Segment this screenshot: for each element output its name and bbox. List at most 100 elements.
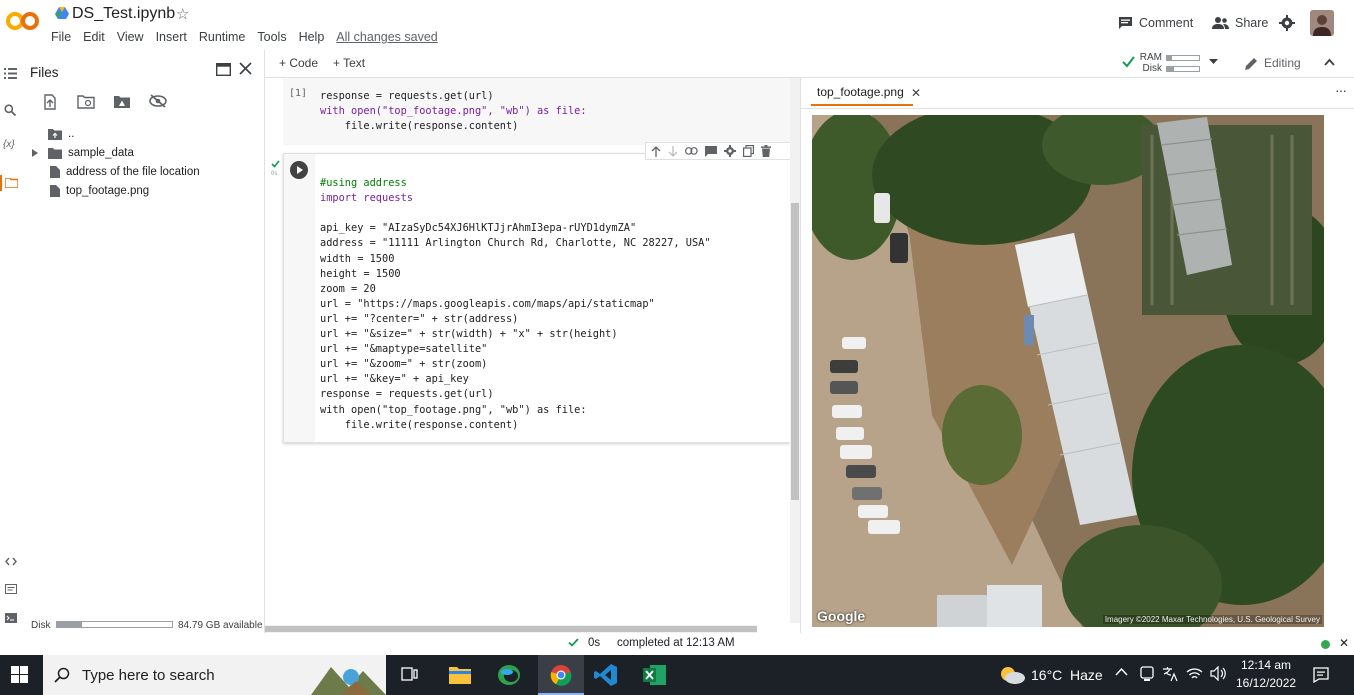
windows-start-icon[interactable]: [11, 666, 28, 683]
drive-icon: [55, 7, 69, 19]
variables-icon[interactable]: {x}: [3, 139, 15, 150]
code-line: file.write(response.content): [320, 418, 519, 431]
add-text-button[interactable]: + Text: [333, 56, 365, 70]
run-cell-button[interactable]: [290, 161, 308, 179]
weather-desc[interactable]: Haze: [1070, 667, 1103, 683]
comment-cell-icon[interactable]: [705, 145, 717, 157]
star-icon[interactable]: ☆: [176, 5, 189, 23]
disk-meter: [1166, 65, 1200, 72]
windows-taskbar: Type here to search 16°C Haze 12:14 am 1…: [0, 655, 1354, 695]
notification-center-icon[interactable]: [1313, 667, 1329, 683]
wifi-icon[interactable]: [1186, 666, 1203, 681]
files-folder-icon[interactable]: [5, 178, 18, 188]
notebook-title[interactable]: DS_Test.ipynb: [72, 5, 175, 23]
upload-file-icon[interactable]: [42, 94, 58, 110]
tree-item-parent[interactable]: ..: [48, 128, 74, 140]
refresh-folder-icon[interactable]: [77, 94, 95, 109]
excel-icon[interactable]: [643, 664, 667, 686]
connected-check-icon: [1122, 56, 1135, 68]
execution-count: [1]: [289, 88, 308, 99]
share-button[interactable]: Share: [1212, 16, 1268, 30]
mount-drive-icon[interactable]: [113, 94, 131, 109]
vertical-scrollbar[interactable]: [790, 78, 800, 623]
tree-item-address-file[interactable]: address of the file location: [48, 166, 200, 178]
active-tab-indicator: [811, 104, 913, 106]
table-of-contents-icon[interactable]: [4, 68, 17, 79]
status-check-icon: [568, 638, 579, 647]
avatar[interactable]: [1310, 10, 1334, 36]
vertical-scrollbar-thumb[interactable]: [791, 203, 799, 500]
terminal-icon[interactable]: [5, 613, 17, 623]
folder-up-icon: [48, 128, 62, 140]
code-line: url += "?center=" + str(address): [320, 312, 519, 325]
cell-toolbar: [645, 142, 791, 160]
move-down-arrow-icon[interactable]: [668, 145, 678, 157]
tree-item-top-footage[interactable]: top_footage.png: [48, 185, 149, 197]
horizontal-scrollbar[interactable]: [265, 625, 757, 633]
menu-tools[interactable]: Tools: [257, 30, 286, 44]
meet-now-icon[interactable]: [1140, 666, 1154, 682]
editing-label: Editing: [1264, 56, 1301, 70]
tree-item-label: sample_data: [68, 147, 134, 159]
more-options-icon[interactable]: ···: [1335, 82, 1347, 98]
search-icon[interactable]: [4, 104, 16, 116]
move-up-arrow-icon[interactable]: [651, 145, 661, 157]
close-tab-icon[interactable]: ✕: [911, 86, 921, 100]
cell-settings-gear-icon[interactable]: [724, 145, 736, 157]
horizontal-scrollbar-thumb[interactable]: [265, 626, 757, 632]
tab-divider: [801, 108, 1354, 109]
search-highlight-illustration-icon: [311, 667, 386, 695]
files-panel-title: Files: [30, 65, 59, 80]
status-bar: 0s completed at 12:13 AM ✕: [0, 633, 1354, 655]
input-language-icon[interactable]: [1161, 666, 1178, 682]
collapse-header-chevron-up-icon[interactable]: [1324, 58, 1335, 66]
tree-item-sample-data[interactable]: sample_data: [32, 147, 134, 159]
menu-runtime[interactable]: Runtime: [199, 30, 246, 44]
hide-files-eye-icon[interactable]: [149, 94, 167, 108]
saved-status-link[interactable]: All changes saved: [336, 30, 437, 44]
task-view-icon[interactable]: [401, 666, 419, 683]
menu-help[interactable]: Help: [299, 30, 325, 44]
menu-insert[interactable]: Insert: [156, 30, 187, 44]
code-line-url: url = "https://maps.googleapis.com/maps/…: [320, 297, 655, 310]
mirror-cell-icon[interactable]: [743, 145, 754, 157]
close-status-icon[interactable]: ✕: [1339, 636, 1349, 650]
code-editor-cell-1[interactable]: response = requests.get(url) with open("…: [320, 78, 587, 134]
tree-item-label: top_footage.png: [66, 185, 150, 197]
image-tab-label[interactable]: top_footage.png: [817, 85, 904, 99]
chrome-taskbar-button[interactable]: [538, 655, 584, 695]
comment-button[interactable]: Comment: [1118, 16, 1193, 30]
taskbar-search-box[interactable]: Type here to search: [43, 655, 386, 695]
file-icon: [50, 166, 60, 178]
delete-trash-icon[interactable]: [761, 145, 771, 157]
settings-gear-icon[interactable]: [1279, 15, 1295, 31]
disk-available: 84.79 GB available: [178, 620, 263, 631]
code-snippets-icon[interactable]: [5, 557, 17, 566]
open-in-tab-icon[interactable]: [216, 63, 231, 76]
colab-logo[interactable]: [6, 9, 40, 33]
code-editor-cell-2[interactable]: #using address import requests api_key =…: [320, 161, 711, 433]
comment-icon: [1119, 17, 1132, 29]
edge-browser-icon[interactable]: [497, 664, 521, 686]
editing-mode-button[interactable]: Editing: [1245, 56, 1301, 70]
link-icon[interactable]: [685, 147, 698, 155]
menu-view[interactable]: View: [117, 30, 144, 44]
show-hidden-icons-chevron-up-icon[interactable]: [1115, 668, 1128, 676]
comment-label: Comment: [1139, 16, 1194, 30]
vscode-icon[interactable]: [594, 663, 618, 687]
clock-date[interactable]: 16/12/2022: [1236, 676, 1296, 690]
disk-label: Disk: [31, 620, 51, 631]
notebook-area[interactable]: [1] response = requests.get(url) with op…: [265, 78, 800, 633]
speaker-volume-icon[interactable]: [1210, 666, 1227, 681]
code-line: url += "&size=" + str(width) + "x" + str…: [320, 328, 618, 341]
resource-dropdown-icon[interactable]: [1209, 59, 1218, 65]
add-code-button[interactable]: + Code: [279, 56, 318, 70]
image-viewer-pane: top_footage.png ✕ ··· Google Imagery ©20…: [800, 78, 1354, 633]
weather-temp[interactable]: 16°C: [1031, 667, 1062, 683]
command-palette-icon[interactable]: [5, 584, 17, 594]
menu-edit[interactable]: Edit: [83, 30, 105, 44]
close-panel-icon[interactable]: [239, 62, 252, 75]
clock-time[interactable]: 12:14 am: [1241, 658, 1291, 672]
menu-file[interactable]: File: [51, 30, 71, 44]
file-explorer-icon[interactable]: [449, 665, 471, 684]
